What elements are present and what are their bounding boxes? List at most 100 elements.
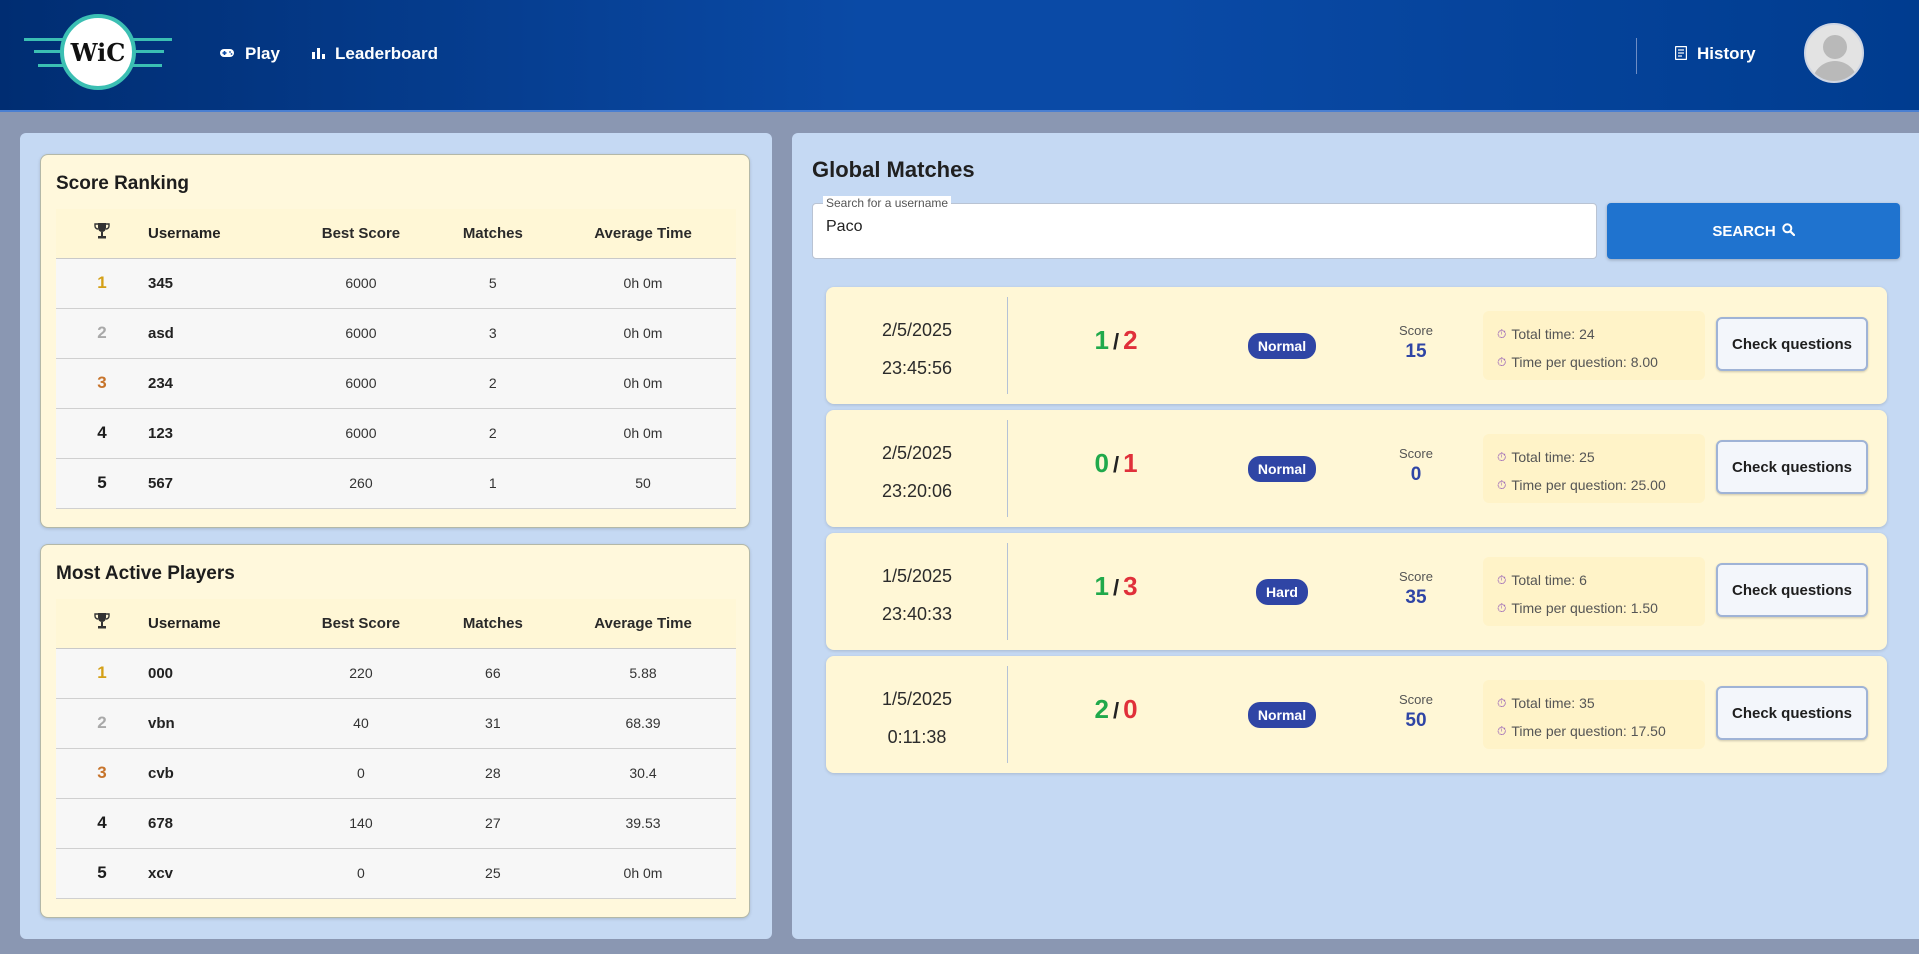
rank-position: 1 <box>56 648 148 699</box>
stopwatch-icon: ⏱ <box>1497 572 1507 587</box>
difficulty-label: Hard <box>1256 579 1308 605</box>
check-questions-button[interactable]: Check questions <box>1716 686 1868 740</box>
score-value: 50 <box>1405 710 1427 731</box>
avg-time-cell: 50 <box>550 458 736 509</box>
best-score-cell: 0 <box>286 848 436 899</box>
best-score-cell: 6000 <box>286 408 436 459</box>
avg-time-cell: 0h 0m <box>550 408 736 459</box>
answers-ratio: 1/3 <box>1006 571 1226 602</box>
score-label: Score <box>1399 446 1433 461</box>
logo-badge: WiC <box>60 14 136 90</box>
username-cell: 345 <box>148 258 287 309</box>
nav-leaderboard-label: Leaderboard <box>335 44 438 63</box>
total-time-text: Total time: 24 <box>1511 326 1595 342</box>
username-cell: 123 <box>148 408 287 459</box>
stopwatch-icon: ⏱ <box>1497 354 1507 369</box>
best-score-cell: 6000 <box>286 308 436 359</box>
nav-play-label: Play <box>245 44 280 63</box>
match-datetime: 2/5/2025 23:20:06 <box>826 434 1008 510</box>
avg-time-cell: 0h 0m <box>550 308 736 359</box>
check-questions-label: Check questions <box>1731 458 1853 476</box>
score-ranking-card: Score Ranking Username Best Score Matche… <box>40 154 750 528</box>
table-header-row: Username Best Score Matches Average Time <box>56 209 736 259</box>
username-cell: cvb <box>148 748 287 799</box>
wrong-count: 1 <box>1123 448 1138 478</box>
time-stats: ⏱ Total time: 35 ⏱ Time per question: 17.5… <box>1483 680 1705 749</box>
ratio-slash: / <box>1112 452 1120 477</box>
search-icon <box>1781 222 1795 240</box>
nav-leaderboard[interactable]: Leaderboard <box>312 44 438 64</box>
search-field-label: Search for a username <box>823 196 952 210</box>
stopwatch-icon: ⏱ <box>1497 600 1507 615</box>
check-questions-button[interactable]: Check questions <box>1716 440 1868 494</box>
difficulty-badge: Normal <box>1212 333 1352 359</box>
table-row: 4 123 6000 2 0h 0m <box>56 408 736 459</box>
total-time-row: ⏱ Total time: 24 <box>1497 323 1691 345</box>
matches-cell: 25 <box>435 848 551 899</box>
match-datetime: 2/5/2025 23:45:56 <box>826 311 1008 387</box>
search-input[interactable] <box>826 218 1566 236</box>
match-card: 2/5/2025 23:45:56 1/2 Normal Score 15 ⏱ T… <box>826 287 1887 404</box>
search-button-label: SEARCH <box>1712 222 1776 240</box>
answers-ratio: 1/2 <box>1006 325 1226 356</box>
rank-position: 3 <box>56 358 148 409</box>
table-row: 5 xcv 0 25 0h 0m <box>56 848 736 899</box>
best-score-cell: 220 <box>286 648 436 699</box>
trophy-icon <box>56 209 148 259</box>
score-label: Score <box>1399 692 1433 707</box>
user-avatar[interactable] <box>1804 23 1864 83</box>
check-questions-label: Check questions <box>1731 581 1853 599</box>
avg-time-cell: 0h 0m <box>550 848 736 899</box>
match-date: 2/5/2025 <box>881 443 953 463</box>
avg-time-cell: 5.88 <box>550 648 736 699</box>
avg-time-cell: 30.4 <box>550 748 736 799</box>
matches-cell: 28 <box>435 748 551 799</box>
search-field[interactable]: Search for a username <box>812 196 1597 259</box>
total-time-row: ⏱ Total time: 25 <box>1497 446 1691 468</box>
bar-chart-icon <box>312 46 325 62</box>
score-label: Score <box>1399 323 1433 338</box>
col-best-score: Best Score <box>286 209 436 259</box>
time-per-question-row: ⏱ Time per question: 25.00 <box>1497 474 1691 496</box>
stopwatch-icon: ⏱ <box>1497 695 1507 710</box>
gamepad-icon <box>219 46 235 62</box>
time-stats: ⏱ Total time: 6 ⏱ Time per question: 1.50 <box>1483 557 1705 626</box>
score-value: 35 <box>1405 587 1427 608</box>
score-ranking-title: Score Ranking <box>56 173 190 194</box>
avatar-head <box>1823 35 1847 59</box>
nav-history[interactable]: History <box>1674 44 1756 64</box>
score-block: Score 50 <box>1346 692 1486 732</box>
table-row: 3 234 6000 2 0h 0m <box>56 358 736 409</box>
most-active-title: Most Active Players <box>56 563 235 584</box>
matches-cell: 66 <box>435 648 551 699</box>
difficulty-label: Normal <box>1247 333 1317 359</box>
col-average-time: Average Time <box>550 599 736 649</box>
best-score-cell: 140 <box>286 798 436 849</box>
avatar-body <box>1812 61 1858 81</box>
most-active-card: Most Active Players Username Best Score … <box>40 544 750 918</box>
matches-cell: 5 <box>435 258 551 309</box>
app-logo[interactable]: WiC <box>24 14 172 94</box>
time-per-question-row: ⏱ Time per question: 1.50 <box>1497 597 1691 619</box>
best-score-cell: 260 <box>286 458 436 509</box>
time-per-question-text: Time per question: 17.50 <box>1511 723 1666 739</box>
score-block: Score 15 <box>1346 323 1486 363</box>
username-cell: asd <box>148 308 287 359</box>
score-label: Score <box>1399 569 1433 584</box>
username-cell: 567 <box>148 458 287 509</box>
search-button[interactable]: SEARCH <box>1607 203 1900 259</box>
check-questions-button[interactable]: Check questions <box>1716 317 1868 371</box>
nav-play[interactable]: Play <box>219 44 280 64</box>
total-time-row: ⏱ Total time: 35 <box>1497 692 1691 714</box>
correct-count: 1 <box>1094 571 1109 601</box>
username-cell: 000 <box>148 648 287 699</box>
top-navbar: WiC Play Leaderboard History <box>0 0 1919 112</box>
match-time: 23:20:06 <box>881 481 953 501</box>
correct-count: 0 <box>1094 448 1109 478</box>
time-per-question-row: ⏱ Time per question: 17.50 <box>1497 720 1691 742</box>
check-questions-label: Check questions <box>1731 335 1853 353</box>
rank-position: 5 <box>56 848 148 899</box>
rank-position: 3 <box>56 748 148 799</box>
leaderboard-panel: Score Ranking Username Best Score Matche… <box>20 133 772 939</box>
check-questions-button[interactable]: Check questions <box>1716 563 1868 617</box>
